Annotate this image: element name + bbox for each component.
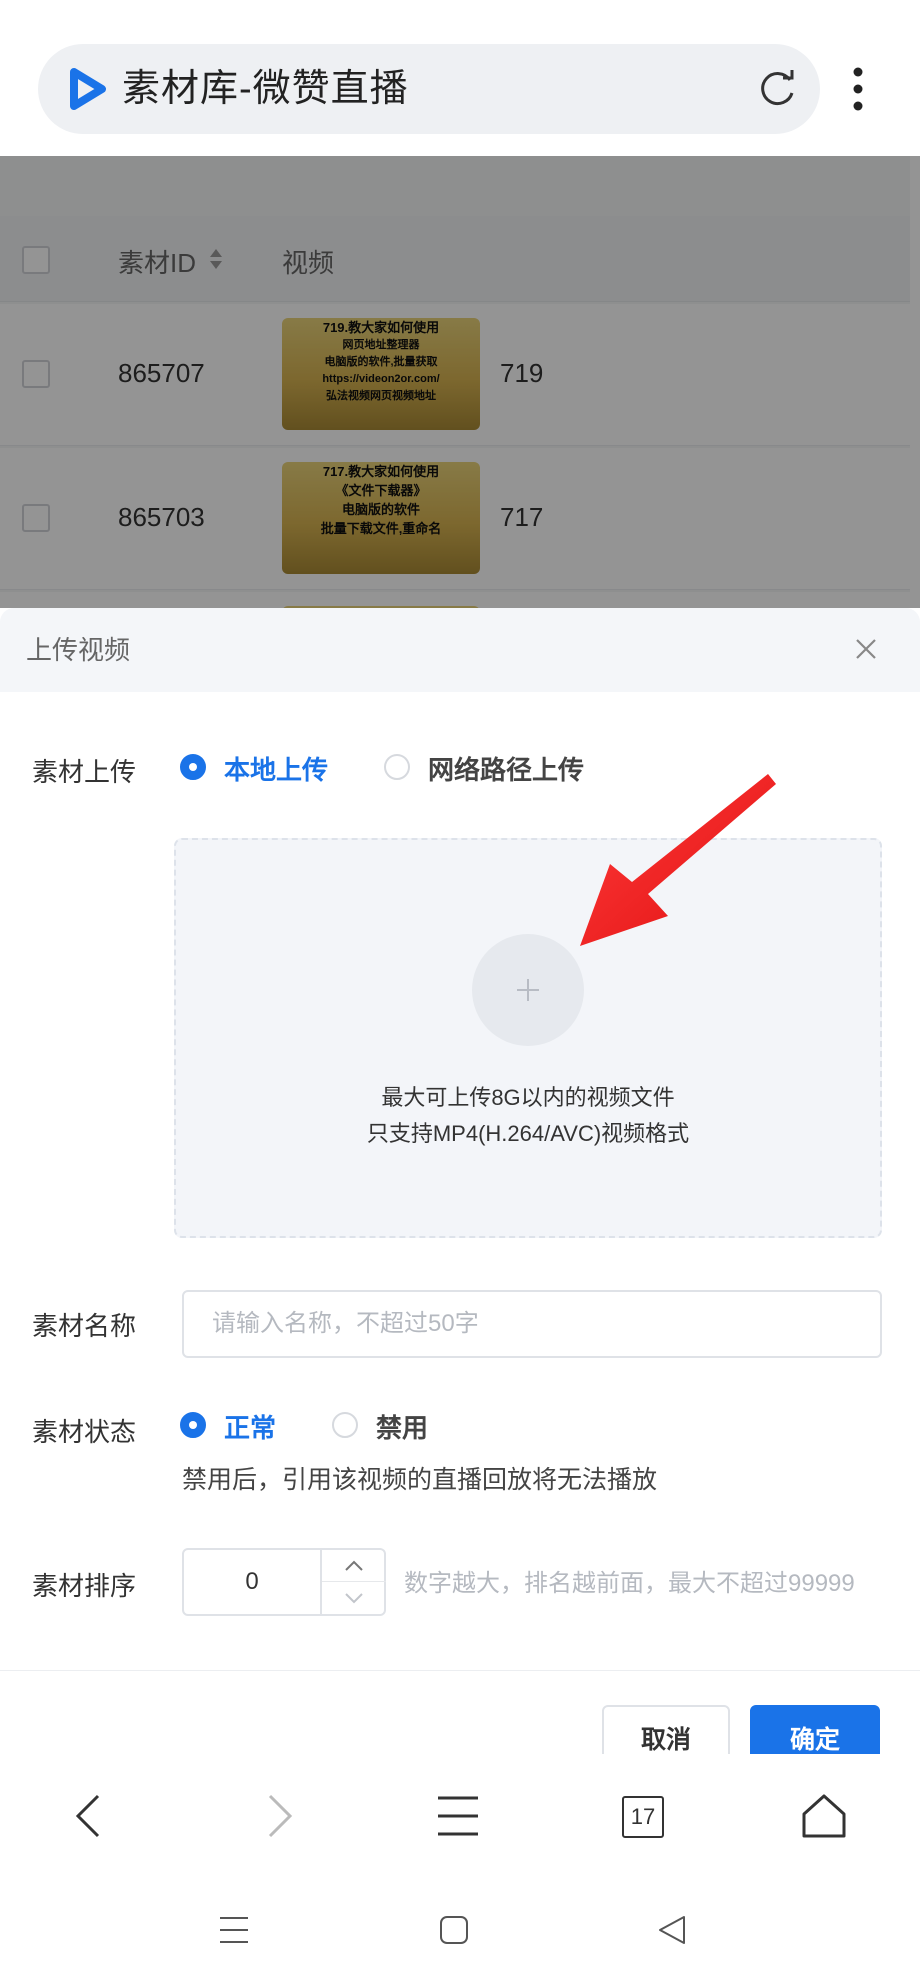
sort-label: 素材排序	[32, 1571, 137, 1601]
upload-label: 素材上传	[32, 757, 137, 787]
back-nav-icon[interactable]	[656, 1914, 688, 1946]
system-nav-bar	[0, 1878, 920, 1976]
close-icon[interactable]	[853, 636, 879, 662]
chevron-up-icon	[345, 1560, 363, 1571]
back-icon[interactable]	[66, 1792, 114, 1840]
status-bar	[0, 0, 920, 14]
sort-hint: 数字越大，排名越前面，最大不超过99999	[404, 1570, 855, 1597]
network-upload-option[interactable]: 网络路径上传	[428, 750, 584, 787]
sort-stepper[interactable]: 0	[182, 1548, 386, 1616]
menu-icon[interactable]	[434, 1792, 482, 1840]
sort-value[interactable]: 0	[184, 1550, 320, 1614]
local-upload-radio[interactable]	[180, 754, 206, 780]
forward-icon[interactable]	[254, 1792, 302, 1840]
status-note: 禁用后，引用该视频的直播回放将无法播放	[182, 1466, 658, 1494]
decrement-button[interactable]	[322, 1582, 386, 1614]
status-label: 素材状态	[32, 1417, 137, 1447]
local-upload-option[interactable]: 本地上传	[224, 750, 328, 787]
add-file-button[interactable]	[472, 934, 584, 1046]
status-normal-radio[interactable]	[180, 1412, 206, 1438]
dialog-footer: 取消 确定	[0, 1670, 920, 1754]
chevron-down-icon	[345, 1593, 363, 1604]
upload-video-dialog: 上传视频 素材上传 本地上传 网络路径上传 最大可上传8G以内的视频文件 只支持…	[0, 608, 920, 1754]
name-label: 素材名称	[32, 1311, 137, 1341]
reload-icon[interactable]	[754, 66, 800, 112]
confirm-button[interactable]: 确定	[750, 1705, 880, 1754]
dialog-title: 上传视频	[26, 635, 131, 665]
increment-button[interactable]	[322, 1550, 386, 1582]
status-disabled-radio[interactable]	[332, 1412, 358, 1438]
tabs-button[interactable]: 17	[622, 1796, 664, 1838]
cancel-button[interactable]: 取消	[602, 1705, 730, 1754]
browser-top-bar: 素材库-微赞直播	[0, 0, 920, 156]
recent-apps-icon[interactable]	[218, 1914, 250, 1946]
plus-icon	[517, 979, 539, 1001]
dialog-header: 上传视频	[0, 608, 920, 692]
status-disabled-option[interactable]: 禁用	[376, 1408, 428, 1445]
name-input[interactable]	[182, 1290, 882, 1358]
upload-dropzone[interactable]: 最大可上传8G以内的视频文件 只支持MP4(H.264/AVC)视频格式	[174, 838, 882, 1238]
page-title: 素材库-微赞直播	[122, 68, 409, 110]
upload-size-hint: 最大可上传8G以内的视频文件	[381, 1085, 675, 1110]
modal-backdrop[interactable]	[0, 156, 920, 608]
stepper-buttons	[320, 1550, 386, 1614]
home-nav-icon[interactable]	[438, 1914, 470, 1946]
browser-toolbar: 17	[0, 1754, 920, 1878]
address-bar[interactable]: 素材库-微赞直播	[38, 44, 820, 134]
status-normal-option[interactable]: 正常	[224, 1408, 276, 1445]
site-logo-icon	[70, 68, 106, 110]
network-upload-radio[interactable]	[384, 754, 410, 780]
home-icon[interactable]	[800, 1792, 848, 1840]
more-menu-icon[interactable]	[846, 64, 870, 114]
upload-format-hint: 只支持MP4(H.264/AVC)视频格式	[366, 1121, 690, 1146]
